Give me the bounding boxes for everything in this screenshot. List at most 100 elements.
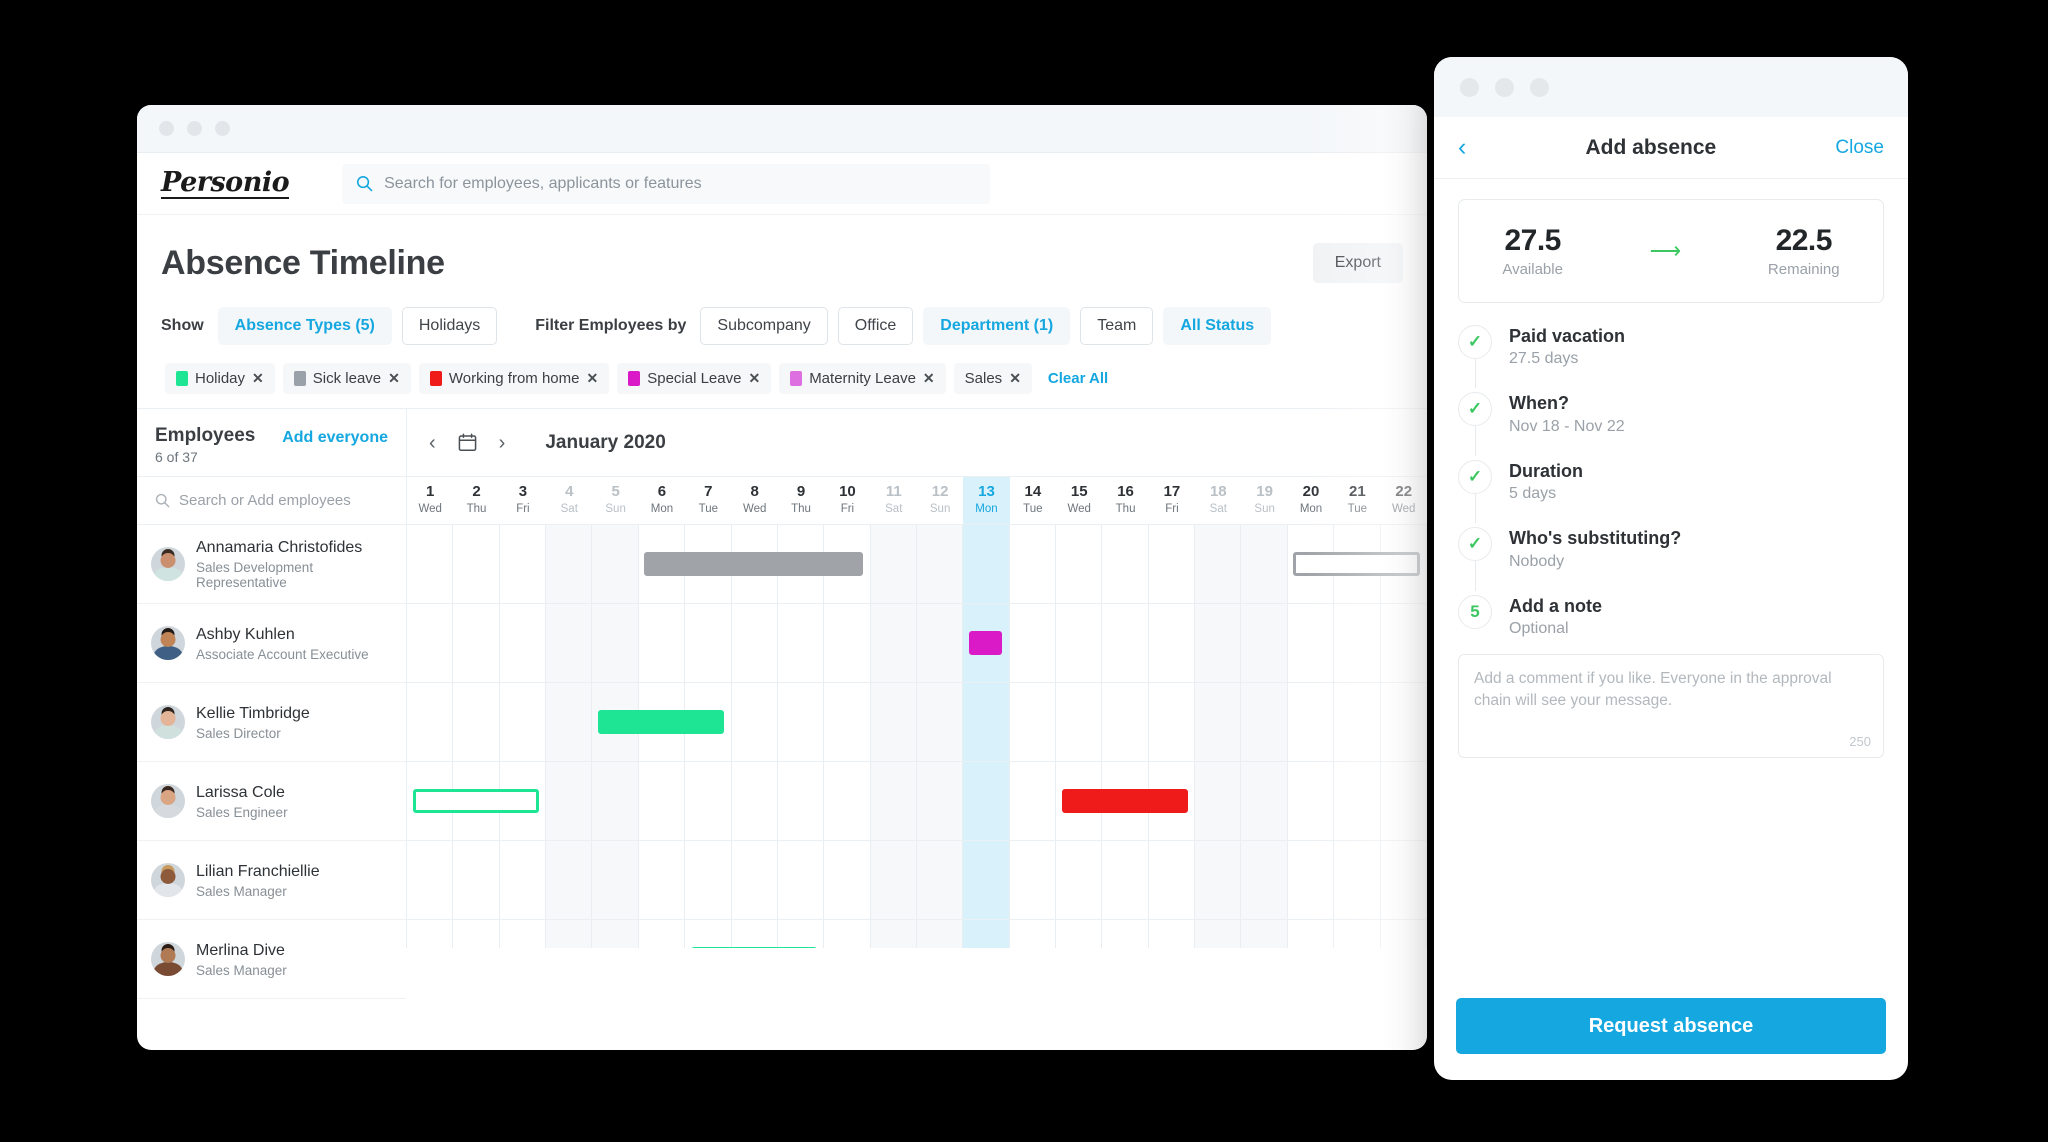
close-button[interactable]: Close <box>1835 137 1884 159</box>
day-header-cell[interactable]: 1 Wed <box>407 477 453 524</box>
employee-row[interactable]: Lilian Franchiellie Sales Manager <box>137 841 406 920</box>
step-subtitle: 5 days <box>1509 485 1557 503</box>
day-header-cell[interactable]: 7 Tue <box>685 477 731 524</box>
day-header-cell[interactable]: 8 Wed <box>732 477 778 524</box>
employee-search-placeholder: Search or Add employees <box>179 492 351 509</box>
chip-label: Sales <box>964 370 1003 387</box>
chip-remove-icon[interactable]: ✕ <box>748 370 760 387</box>
chip-sales[interactable]: Sales ✕ <box>953 363 1032 394</box>
employee-list: Annamaria Christofides Sales Development … <box>137 525 406 999</box>
day-weekday: Sun <box>605 502 626 515</box>
modal-close-dot[interactable] <box>1460 77 1479 97</box>
chip-maternity-leave[interactable]: Maternity Leave ✕ <box>779 363 946 394</box>
modal-minimize-dot[interactable] <box>1495 77 1514 97</box>
day-header-cell[interactable]: 10 Fri <box>824 477 870 524</box>
chip-special-leave[interactable]: Special Leave ✕ <box>617 363 772 394</box>
day-header-cell[interactable]: 5 Sun <box>592 477 638 524</box>
absence-bar[interactable] <box>644 552 864 576</box>
absence-bar[interactable] <box>1293 552 1420 576</box>
filter-subcompany[interactable]: Subcompany <box>700 307 828 345</box>
day-header-cell[interactable]: 17 Fri <box>1149 477 1195 524</box>
filter-absence-types[interactable]: Absence Types (5) <box>217 307 392 345</box>
note-textarea[interactable]: Add a comment if you like. Everyone in t… <box>1458 653 1884 758</box>
clear-all-link[interactable]: Clear All <box>1048 370 1108 387</box>
chip-sick-leave[interactable]: Sick leave ✕ <box>282 363 411 394</box>
modal-title: Add absence <box>1585 135 1717 159</box>
employee-row[interactable]: Larissa Cole Sales Engineer <box>137 762 406 841</box>
remaining-balance: 22.5 Remaining <box>1768 224 1840 278</box>
day-header-cell[interactable]: 12 Sun <box>917 477 963 524</box>
day-header-cell[interactable]: 18 Sat <box>1195 477 1241 524</box>
chip-remove-icon[interactable]: ✕ <box>923 370 935 387</box>
absence-step[interactable]: 5 Add a note Optional <box>1458 594 1884 648</box>
day-header-cell[interactable]: 6 Mon <box>639 477 685 524</box>
avatar <box>151 784 185 818</box>
day-number: 16 <box>1117 483 1134 501</box>
day-header-cell[interactable]: 22 Wed <box>1381 477 1427 524</box>
day-header-cell[interactable]: 13 Mon <box>963 477 1010 524</box>
export-button[interactable]: Export <box>1312 243 1403 283</box>
day-header-cell[interactable]: 4 Sat <box>546 477 592 524</box>
window-maximize-dot[interactable] <box>215 121 230 136</box>
absence-bar[interactable] <box>968 631 1003 655</box>
step-connector <box>1475 493 1476 524</box>
chevron-left-icon[interactable]: ‹ <box>429 433 436 453</box>
check-icon: ✓ <box>1458 392 1492 427</box>
day-header-cell[interactable]: 21 Tue <box>1334 477 1380 524</box>
chip-holiday[interactable]: Holiday ✕ <box>165 363 275 394</box>
personio-logo[interactable]: Personio <box>161 169 290 199</box>
day-weekday: Sun <box>1254 502 1275 515</box>
chip-remove-icon[interactable]: ✕ <box>252 370 264 387</box>
absence-bar[interactable] <box>598 710 725 734</box>
day-number: 11 <box>885 483 902 501</box>
filter-holidays[interactable]: Holidays <box>401 307 498 345</box>
day-number: 12 <box>931 483 949 501</box>
chip-remove-icon[interactable]: ✕ <box>1009 370 1021 387</box>
filter-office[interactable]: Office <box>837 307 914 345</box>
day-weekday: Fri <box>840 502 855 515</box>
chip-remove-icon[interactable]: ✕ <box>586 370 598 387</box>
day-weekday: Thu <box>791 502 811 515</box>
request-absence-button[interactable]: Request absence <box>1456 998 1886 1054</box>
check-icon: ✓ <box>1458 459 1492 494</box>
day-header-cell[interactable]: 20 Mon <box>1288 477 1334 524</box>
employee-role: Associate Account Executive <box>196 646 369 662</box>
day-header-cell[interactable]: 3 Fri <box>500 477 546 524</box>
day-header-cell[interactable]: 11 Sat <box>871 477 917 524</box>
filter-all-status[interactable]: All Status <box>1163 307 1272 345</box>
day-header-cell[interactable]: 9 Thu <box>778 477 824 524</box>
absence-step[interactable]: ✓ Who's substituting? Nobody <box>1458 527 1884 594</box>
add-everyone-link[interactable]: Add everyone <box>282 425 388 447</box>
employee-row[interactable]: Merlina Dive Sales Manager <box>137 920 406 999</box>
absence-bar[interactable] <box>412 789 539 813</box>
filter-team[interactable]: Team <box>1080 307 1154 345</box>
modal-maximize-dot[interactable] <box>1530 77 1549 97</box>
absence-step[interactable]: ✓ Paid vacation 27.5 days <box>1458 325 1884 392</box>
employee-row[interactable]: Annamaria Christofides Sales Development … <box>137 525 406 604</box>
filter-department[interactable]: Department (1) <box>923 307 1071 345</box>
global-search[interactable]: Search for employees, applicants or feat… <box>342 163 991 204</box>
absence-bar[interactable] <box>1061 789 1188 813</box>
window-close-dot[interactable] <box>159 121 174 136</box>
employee-row[interactable]: Kellie Timbridge Sales Director <box>137 683 406 762</box>
employee-row[interactable]: Ashby Kuhlen Associate Account Executive <box>137 604 406 683</box>
absence-bar[interactable] <box>690 947 817 948</box>
employee-search[interactable]: Search or Add employees <box>137 477 406 525</box>
day-weekday: Thu <box>466 502 487 515</box>
absence-step[interactable]: ✓ When? Nov 18 - Nov 22 <box>1458 392 1884 459</box>
window-titlebar <box>137 105 1427 153</box>
day-number: 17 <box>1163 483 1181 501</box>
chevron-left-icon[interactable]: ‹ <box>1458 135 1466 160</box>
day-header-cell[interactable]: 14 Tue <box>1010 477 1056 524</box>
chip-working-from-home[interactable]: Working from home ✕ <box>418 363 610 394</box>
window-minimize-dot[interactable] <box>187 121 202 136</box>
absence-step[interactable]: ✓ Duration 5 days <box>1458 459 1884 527</box>
day-header-cell[interactable]: 2 Thu <box>453 477 499 524</box>
day-header-cell[interactable]: 19 Sun <box>1241 477 1287 524</box>
day-header-cell[interactable]: 15 Wed <box>1056 477 1102 524</box>
step-subtitle: Optional <box>1509 619 1569 637</box>
chevron-right-icon[interactable]: › <box>499 433 506 453</box>
chip-remove-icon[interactable]: ✕ <box>388 370 400 387</box>
calendar-icon[interactable] <box>458 433 477 452</box>
day-header-cell[interactable]: 16 Thu <box>1102 477 1148 524</box>
